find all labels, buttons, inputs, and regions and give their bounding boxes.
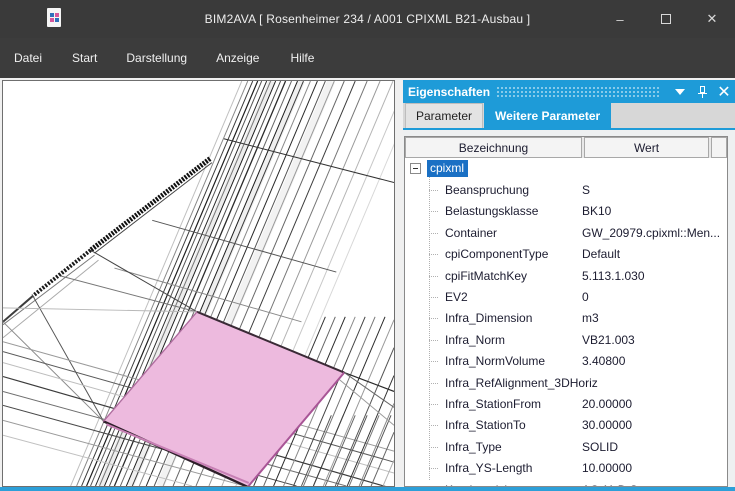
property-row[interactable]: cpiFitMatchKey 5.113.1.030 xyxy=(405,265,727,286)
tree-branch-line xyxy=(429,425,438,426)
property-row[interactable]: Infra_Dimension m3 xyxy=(405,308,727,329)
property-label: Infra_RefAlignment_3DHoriz xyxy=(445,376,598,390)
panel-title: Eigenschaften xyxy=(408,85,490,99)
menu-item-hilfe[interactable]: Hilfe xyxy=(290,45,314,71)
properties-grid: Bezeichnung Wert cpixml Beanspruchung S … xyxy=(404,136,728,487)
panel-menu-button[interactable] xyxy=(669,80,691,103)
tree-branch-line xyxy=(429,318,438,319)
property-label: Infra_Type xyxy=(445,440,502,454)
minimize-button[interactable]: – xyxy=(597,0,643,38)
wireframe-drawing xyxy=(3,81,394,486)
property-label: Infra_StationFrom xyxy=(445,397,541,411)
properties-panel: Eigenschaften ✕ Parameter Weitere Parame… xyxy=(403,80,735,487)
tree-branch-line xyxy=(429,254,438,255)
3d-viewport[interactable] xyxy=(2,80,395,487)
tree-branch-line xyxy=(429,233,438,234)
property-label: Infra_YS-Length xyxy=(445,461,532,475)
splitter[interactable] xyxy=(396,80,403,487)
property-value: 30.00000 xyxy=(582,418,632,432)
menu-bar: Datei Start Darstellung Anzeige Hilfe xyxy=(0,38,735,78)
properties-panel-header[interactable]: Eigenschaften ✕ xyxy=(403,80,735,103)
column-header-stub[interactable] xyxy=(711,137,727,158)
property-value: Default xyxy=(582,247,620,261)
tab-weitere-parameter[interactable]: Weitere Parameter xyxy=(484,103,611,128)
property-row[interactable]: EV2 0 xyxy=(405,286,727,307)
tree-branch-line xyxy=(429,340,438,341)
property-row[interactable]: Kurzbezeichnung AC 11 D S xyxy=(405,479,727,487)
tree-branch-line xyxy=(429,447,438,448)
grid-header: Bezeichnung Wert xyxy=(405,137,727,158)
property-value: 3.40800 xyxy=(582,354,625,368)
property-label: Belastungsklasse xyxy=(445,204,538,218)
property-value: 10.00000 xyxy=(582,461,632,475)
tree-branch-line xyxy=(429,383,438,384)
pin-icon xyxy=(697,86,708,98)
panel-tabs: Parameter Weitere Parameter xyxy=(403,103,735,130)
tree-root-row[interactable]: cpixml xyxy=(405,158,727,179)
property-row[interactable]: cpiComponentType Default xyxy=(405,244,727,265)
menu-item-start[interactable]: Start xyxy=(72,45,97,71)
tree-branch-line xyxy=(429,276,438,277)
property-label: Beanspruchung xyxy=(445,183,529,197)
column-header-bezeichnung[interactable]: Bezeichnung xyxy=(405,137,582,158)
property-row[interactable]: Infra_RefAlignment_3DHoriz xyxy=(405,372,727,393)
properties-rows: cpixml Beanspruchung S Belastungsklasse … xyxy=(405,158,727,487)
property-row[interactable]: Infra_NormVolume 3.40800 xyxy=(405,351,727,372)
property-row[interactable]: Infra_Type SOLID xyxy=(405,436,727,457)
property-row[interactable]: Infra_Norm VB21.003 xyxy=(405,329,727,350)
tree-branch-line xyxy=(429,361,438,362)
property-value: 5.113.1.030 xyxy=(582,269,645,283)
property-label: Container xyxy=(445,226,497,240)
property-row[interactable]: Container GW_20979.cpixml::Men... xyxy=(405,222,727,243)
property-label: Infra_Norm xyxy=(445,333,505,347)
tree-branch-line xyxy=(429,404,438,405)
property-row[interactable]: Belastungsklasse BK10 xyxy=(405,201,727,222)
panel-pin-button[interactable] xyxy=(691,80,713,103)
maximize-icon xyxy=(661,14,671,24)
menu-item-darstellung[interactable]: Darstellung xyxy=(126,45,187,71)
property-value: GW_20979.cpixml::Men... xyxy=(582,226,720,240)
property-label: EV2 xyxy=(445,290,468,304)
property-row[interactable]: Infra_StationTo 30.00000 xyxy=(405,415,727,436)
window-bottom-border xyxy=(0,487,735,491)
property-label: cpiComponentType xyxy=(445,247,548,261)
property-label: Infra_NormVolume xyxy=(445,354,545,368)
tree-branch-line xyxy=(429,468,438,469)
property-label: Infra_StationTo xyxy=(445,418,526,432)
collapse-icon[interactable] xyxy=(410,163,421,174)
property-value: m3 xyxy=(582,311,599,325)
tree-branch-line xyxy=(429,297,438,298)
tab-parameter[interactable]: Parameter xyxy=(405,103,483,128)
property-value: S xyxy=(582,183,590,197)
property-label: Infra_Dimension xyxy=(445,311,532,325)
chevron-down-icon xyxy=(675,89,685,95)
property-value: 0 xyxy=(582,290,589,304)
property-row[interactable]: Infra_YS-Length 10.00000 xyxy=(405,457,727,478)
property-label: cpiFitMatchKey xyxy=(445,269,527,283)
menu-item-datei[interactable]: Datei xyxy=(14,45,42,71)
maximize-button[interactable] xyxy=(643,0,689,38)
panel-close-button[interactable]: ✕ xyxy=(713,80,735,103)
property-value: SOLID xyxy=(582,440,618,454)
property-value: 20.00000 xyxy=(582,397,632,411)
property-value: VB21.003 xyxy=(582,333,635,347)
property-row[interactable]: Infra_StationFrom 20.00000 xyxy=(405,393,727,414)
tree-root-label[interactable]: cpixml xyxy=(427,160,468,177)
tree-branch-line xyxy=(429,211,438,212)
tree-branch-line xyxy=(429,190,438,191)
title-bar: BIM2AVA [ Rosenheimer 234 / A001 CPIXML … xyxy=(0,0,735,38)
close-button[interactable]: ✕ xyxy=(689,0,735,38)
column-header-wert[interactable]: Wert xyxy=(584,137,709,158)
menu-item-anzeige[interactable]: Anzeige xyxy=(216,45,259,71)
panel-drag-texture xyxy=(496,86,661,97)
property-value: BK10 xyxy=(582,204,611,218)
property-row[interactable]: Beanspruchung S xyxy=(405,179,727,200)
